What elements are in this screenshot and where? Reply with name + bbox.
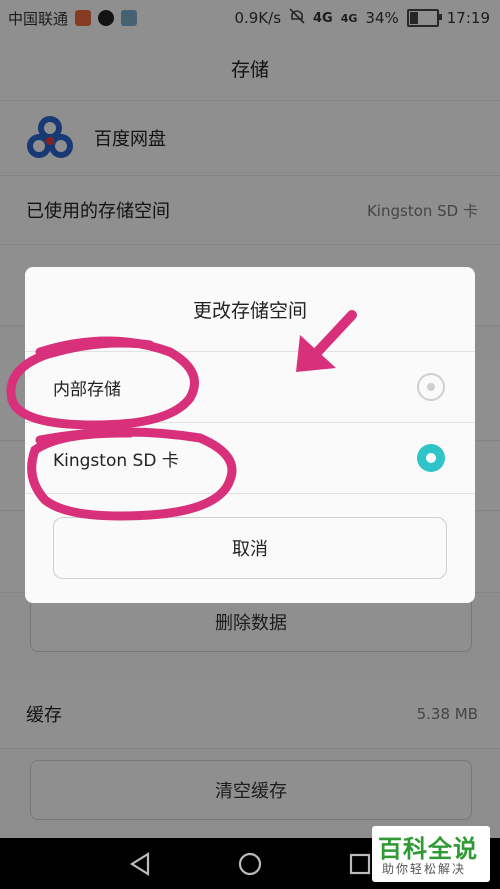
dialog-title: 更改存储空间 (192, 299, 307, 322)
back-icon[interactable] (110, 838, 170, 889)
option-internal-storage[interactable]: 内部存储 (25, 351, 475, 422)
watermark-main: 百科全说 (378, 835, 478, 863)
home-icon[interactable] (220, 838, 280, 889)
cancel-button[interactable]: 取消 (53, 517, 447, 579)
option-label: 内部存储 (53, 379, 121, 400)
radio-unselected-icon[interactable] (417, 373, 445, 401)
option-label: Kingston SD 卡 (53, 450, 179, 471)
watermark-sub: 助你轻松解决 (382, 862, 467, 876)
option-sd-card[interactable]: Kingston SD 卡 (25, 422, 475, 493)
change-storage-dialog: 更改存储空间 内部存储 Kingston SD 卡 取消 (25, 267, 475, 603)
watermark-logo: 百科全说 助你轻松解决 (372, 826, 490, 882)
radio-selected-icon[interactable] (417, 444, 445, 472)
